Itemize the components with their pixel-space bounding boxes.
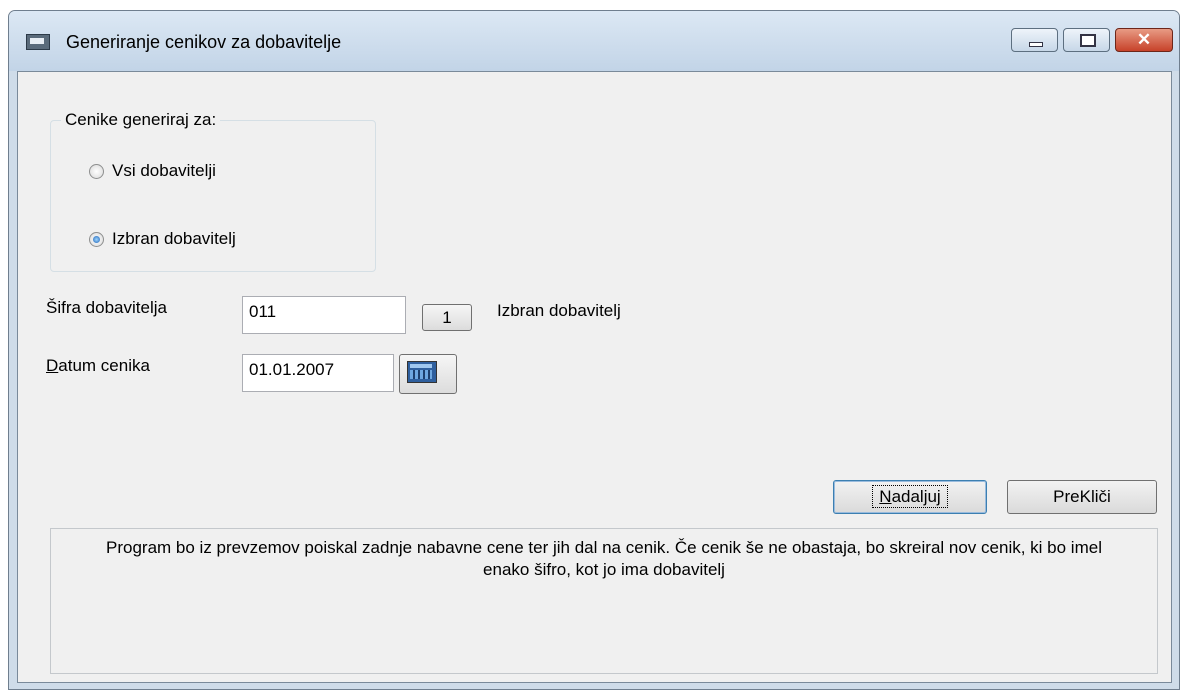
continue-button[interactable]: Nadaljuj bbox=[833, 480, 987, 514]
minimize-icon bbox=[1029, 42, 1043, 47]
radio-selected-supplier[interactable]: Izbran dobavitelj bbox=[89, 229, 236, 249]
supplier-code-input[interactable]: 011 bbox=[242, 296, 406, 334]
app-icon bbox=[26, 34, 50, 50]
calendar-icon bbox=[407, 361, 437, 383]
continue-access-key: N bbox=[879, 487, 892, 506]
close-button[interactable]: ✕ bbox=[1115, 28, 1173, 52]
app-window: Generiranje cenikov za dobavitelje ✕ Cen… bbox=[8, 10, 1180, 690]
radio-all-suppliers[interactable]: Vsi dobavitelji bbox=[89, 161, 216, 181]
cancel-button[interactable]: PreKliči bbox=[1007, 480, 1157, 514]
supplier-name-label: Izbran dobavitelj bbox=[497, 301, 621, 320]
maximize-icon bbox=[1080, 34, 1096, 47]
radio-selected-supplier-label: Izbran dobavitelj bbox=[112, 229, 236, 248]
radio-all-suppliers-label: Vsi dobavitelji bbox=[112, 161, 216, 180]
radio-selected-supplier-circle[interactable] bbox=[89, 231, 104, 247]
group-legend: Cenike generiraj za: bbox=[61, 110, 221, 130]
continue-label-rest: adaljuj bbox=[891, 487, 941, 506]
calendar-button[interactable] bbox=[399, 354, 457, 394]
cancel-access-key: K bbox=[1079, 487, 1091, 506]
price-list-date-label: Datum cenika bbox=[46, 356, 150, 376]
price-list-date-input[interactable]: 01.01.2007 bbox=[242, 354, 394, 392]
maximize-button[interactable] bbox=[1063, 28, 1110, 52]
date-label-rest: atum cenika bbox=[58, 356, 150, 375]
radio-all-suppliers-circle[interactable] bbox=[89, 163, 104, 179]
info-text: Program bo iz prevzemov poiskal zadnje n… bbox=[106, 538, 1102, 579]
supplier-lookup-button[interactable]: 1 bbox=[422, 304, 472, 331]
info-panel: Program bo iz prevzemov poiskal zadnje n… bbox=[50, 528, 1158, 674]
close-icon: ✕ bbox=[1136, 30, 1152, 49]
title-bar[interactable]: Generiranje cenikov za dobavitelje ✕ bbox=[9, 11, 1179, 71]
minimize-button[interactable] bbox=[1011, 28, 1058, 52]
date-access-key: D bbox=[46, 356, 59, 375]
dialog-body: Cenike generiraj za: Vsi dobavitelji Izb… bbox=[17, 71, 1172, 683]
supplier-code-label: Šifra dobavitelja bbox=[46, 298, 167, 317]
cancel-label-rest: liči bbox=[1090, 487, 1111, 506]
continue-button-label: Nadaljuj bbox=[872, 485, 948, 508]
window-title: Generiranje cenikov za dobavitelje bbox=[66, 32, 342, 52]
cancel-pre: Pre bbox=[1053, 487, 1080, 506]
generate-for-group: Cenike generiraj za: Vsi dobavitelji Izb… bbox=[50, 110, 376, 272]
